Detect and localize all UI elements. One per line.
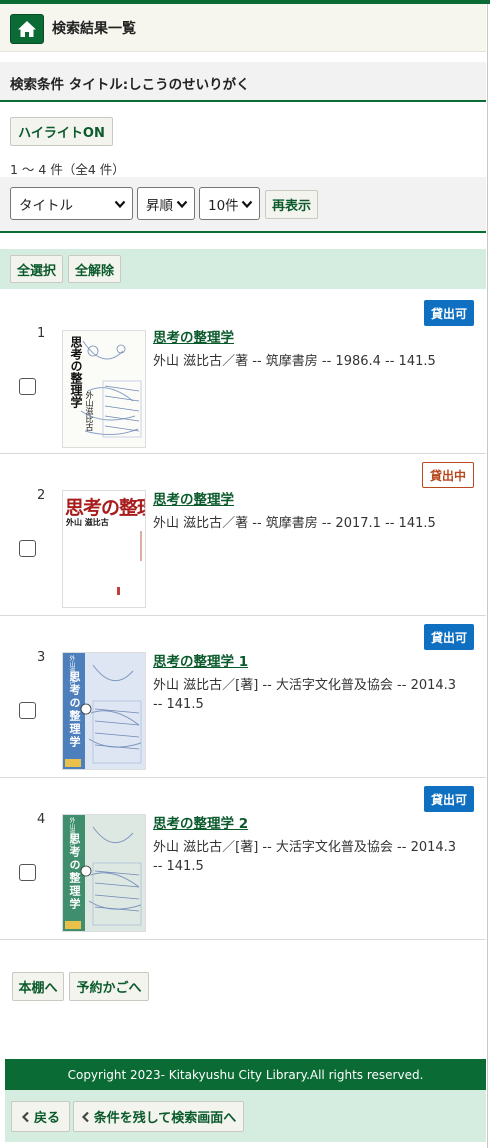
redisplay-button[interactable]: 再表示 bbox=[265, 190, 318, 219]
cover-author: 外山滋比古 bbox=[68, 817, 75, 847]
search-conditions-bar: 検索条件 タイトル:しこうのせいりがく bbox=[0, 62, 486, 102]
chevron-down-icon bbox=[241, 200, 253, 209]
result-number: 1 bbox=[37, 326, 46, 341]
status-badge: 貸出可 bbox=[423, 300, 474, 326]
result-number: 4 bbox=[37, 812, 46, 827]
select-all-button[interactable]: 全選択 bbox=[10, 255, 63, 283]
back-label: 戻る bbox=[33, 1111, 60, 1126]
book-meta: 外山 滋比古／[著] -- 大活字文化普及協会 -- 2014.3 -- 141… bbox=[153, 678, 457, 712]
book-cover-image: 思考の整理学 外山滋比古 bbox=[62, 330, 146, 448]
result-item: 2 思考の整理学 外山 滋比古 思考の整理学 外山 滋比古／著 -- 筑摩書房 … bbox=[0, 454, 486, 616]
search-conditions-text: 検索条件 タイトル:しこうのせいりがく bbox=[10, 77, 250, 93]
chevron-down-icon bbox=[114, 200, 126, 209]
result-item: 4 思考の整理学 外山滋比古 思考の整理学 2 外山 滋比古／[著] -- 大活… bbox=[0, 778, 486, 940]
back-keep-label: 条件を残して検索画面へ bbox=[93, 1111, 237, 1126]
book-cover-image: 思考の整理学 外山滋比古 bbox=[62, 652, 146, 770]
result-number: 2 bbox=[37, 488, 46, 503]
result-count: 1 ～ 4 件（全4 件） bbox=[10, 162, 125, 177]
book-title-link[interactable]: 思考の整理学 bbox=[153, 326, 234, 346]
book-title-link[interactable]: 思考の整理学 1 bbox=[153, 650, 248, 670]
book-cover-image: 思考の整理学 外山滋比古 bbox=[62, 814, 146, 932]
home-icon bbox=[18, 21, 36, 37]
cover-author: 外山滋比古 bbox=[68, 655, 75, 685]
book-title-link[interactable]: 思考の整理学 2 bbox=[153, 812, 248, 832]
status-badge: 貸出可 bbox=[423, 624, 474, 650]
deselect-all-button[interactable]: 全解除 bbox=[68, 255, 121, 283]
book-title-link[interactable]: 思考の整理学 bbox=[153, 488, 234, 508]
back-navigation-bar: 戻る 条件を残して検索画面へ bbox=[5, 1090, 486, 1142]
result-checkbox[interactable] bbox=[19, 378, 36, 395]
footer-copyright: Copyright 2023- Kitakyushu City Library.… bbox=[5, 1059, 486, 1090]
home-button[interactable] bbox=[10, 14, 44, 44]
per-page-value: 10件 bbox=[208, 197, 239, 214]
add-to-reserve-cart-button[interactable]: 予約かごへ bbox=[69, 972, 149, 1001]
result-checkbox[interactable] bbox=[19, 540, 36, 557]
per-page-select[interactable]: 10件 bbox=[199, 187, 260, 220]
page-header: 検索結果一覧 bbox=[0, 4, 486, 52]
sort-order-select[interactable]: 昇順 bbox=[137, 187, 195, 220]
chevron-left-icon bbox=[81, 1111, 89, 1122]
copyright-text: Copyright 2023- Kitakyushu City Library.… bbox=[67, 1067, 424, 1082]
book-meta: 外山 滋比古／著 -- 筑摩書房 -- 1986.4 -- 141.5 bbox=[153, 354, 436, 369]
page-title: 検索結果一覧 bbox=[52, 21, 136, 37]
sort-field-select[interactable]: タイトル bbox=[10, 187, 133, 220]
sort-field-value: タイトル bbox=[19, 197, 73, 214]
result-item: 1 思考の整理学 外山滋比古 思考の整理学 外山 滋比古／著 -- 筑摩書房 -… bbox=[0, 292, 486, 454]
cover-title: 思考の整理学 bbox=[69, 336, 83, 408]
right-divider bbox=[487, 4, 488, 1148]
result-number: 3 bbox=[37, 650, 46, 665]
chevron-left-icon bbox=[21, 1111, 29, 1122]
result-checkbox[interactable] bbox=[19, 864, 36, 881]
back-keep-conditions-button[interactable]: 条件を残して検索画面へ bbox=[73, 1101, 244, 1132]
result-checkbox[interactable] bbox=[19, 702, 36, 719]
back-button[interactable]: 戻る bbox=[11, 1101, 70, 1132]
chevron-down-icon bbox=[176, 200, 188, 209]
sort-order-value: 昇順 bbox=[146, 197, 173, 214]
result-item: 3 思考の整理学 外山滋比古 思考の整理学 1 外山 滋比古／[著] -- 大活… bbox=[0, 616, 486, 778]
add-to-bookshelf-button[interactable]: 本棚へ bbox=[12, 972, 64, 1001]
book-meta: 外山 滋比古／[著] -- 大活字文化普及協会 -- 2014.3 -- 141… bbox=[153, 840, 457, 874]
book-cover-image: 思考の整理学 外山 滋比古 bbox=[62, 490, 146, 608]
selection-bar: 全選択 全解除 bbox=[0, 249, 486, 289]
cover-author: 外山滋比古 bbox=[85, 391, 94, 431]
status-badge: 貸出中 bbox=[421, 462, 474, 488]
status-badge: 貸出可 bbox=[423, 786, 474, 812]
book-meta: 外山 滋比古／著 -- 筑摩書房 -- 2017.1 -- 141.5 bbox=[153, 516, 436, 531]
sort-bar: タイトル 昇順 10件 再表示 bbox=[0, 177, 486, 233]
highlight-toggle-button[interactable]: ハイライトON bbox=[10, 117, 113, 146]
